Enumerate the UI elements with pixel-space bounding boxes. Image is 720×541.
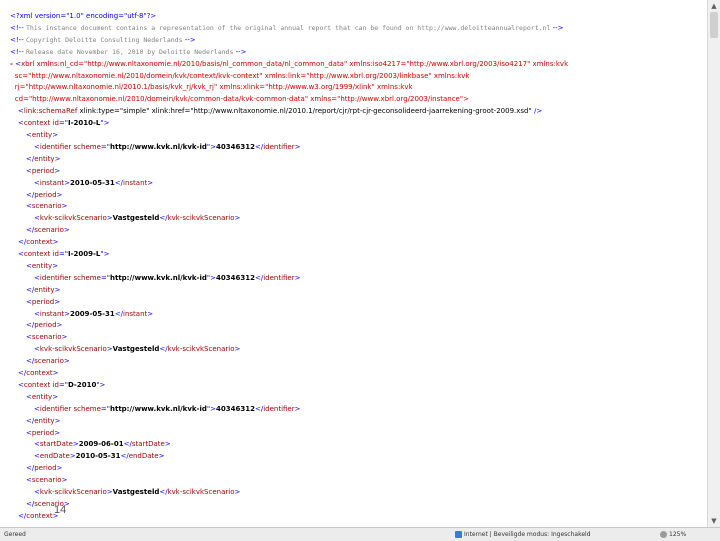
xml-tag-scenario: <scenario> [26,202,68,211]
xml-schema-ref: <link:schemaRef xlink:type="simple" xlin… [18,107,543,116]
xml-tag-close-entity: </entity> [26,416,61,425]
xml-tag-entity: <entity> [26,392,59,401]
xml-tag-context: <context id="I-2010-L"> [18,119,110,128]
xml-leaf-endDate: <endDate>2010-05-31</endDate> [34,452,165,461]
vertical-scrollbar[interactable]: ▲ ▼ [707,0,720,527]
xml-leaf-kvk-scikvkScenario: <kvk-scikvkScenario>Vastgesteld</kvk-sci… [34,345,241,354]
xml-tag-close-context: </context> [18,238,59,247]
xml-tag-close-scenario: </scenario> [26,357,70,366]
xml-tag-entity: <entity> [26,261,59,270]
xml-tag-close-context: </context> [18,511,59,520]
status-text: Gereed [4,531,26,538]
security-zone[interactable]: Internet | Beveiligde modus: Ingeschakel… [455,530,591,539]
xml-leaf-startDate: <startDate>2009-06-01</startDate> [34,440,171,449]
xml-tag-close-period: </period> [26,464,63,473]
xml-leaf-identifier: <identifier scheme="http://www.kvk.nl/kv… [34,404,301,413]
xml-root-namespaces: sc="http://www.nltaxonomie.nl/2010/domei… [14,71,470,80]
xml-tag-scenario: <scenario> [26,333,68,342]
globe-icon [455,531,462,538]
scroll-up-icon[interactable]: ▲ [708,0,720,12]
xml-leaf-identifier: <identifier scheme="http://www.kvk.nl/kv… [34,273,301,282]
xml-comment: <!-- This instance document contains a r… [10,23,564,32]
xml-tag-context: <context id="I-2009-L"> [18,250,110,258]
status-bar: Gereed Internet | Beveiligde modus: Inge… [0,527,720,541]
scroll-thumb[interactable] [710,12,718,38]
xml-tag-scenario: <scenario> [26,476,68,485]
xml-root-namespaces: cd="http://www.nltaxonomie.nl/2010/domei… [14,95,469,104]
scroll-down-icon[interactable]: ▼ [708,515,720,527]
xml-tag-close-period: </period> [26,190,63,199]
xml-tag-close-context: </context> [18,369,59,377]
xml-tag-period: <period> [26,428,61,437]
xml-declaration: <?xml version="1.0" encoding="utf-8"?> [10,12,157,20]
zoom-icon [660,531,667,538]
xml-tag-period: <period> [26,297,61,306]
xml-leaf-instant: <instant>2009-05-31</instant> [34,309,154,318]
xml-viewer: <?xml version="1.0" encoding="utf-8"?> <!… [0,0,708,527]
xml-leaf-kvk-scikvkScenario: <kvk-scikvkScenario>Vastgesteld</kvk-sci… [34,214,241,223]
xml-root-namespaces: rj="http://www.nltaxonomie.nl/2010.1/bas… [14,83,413,92]
xml-tag-period: <period> [26,166,61,175]
xml-tag-entity: <entity> [26,131,59,139]
xml-tag-close-scenario: </scenario> [26,226,70,235]
page-number: 14 [54,504,67,516]
xml-leaf-identifier: <identifier scheme="http://www.kvk.nl/kv… [34,142,301,151]
xml-comment: <!-- Copyright Deloitte Consulting Neder… [10,35,196,44]
xml-leaf-kvk-scikvkScenario: <kvk-scikvkScenario>Vastgesteld</kvk-sci… [34,488,241,496]
xml-leaf-instant: <instant>2010-05-31</instant> [34,178,154,187]
xml-comment: <!-- Release date November 16, 2010 by D… [10,47,247,56]
zoom-control[interactable]: 125% [660,530,686,539]
xml-root-open: - <xbrl xmlns:nl_cd="http://www.nltaxono… [10,59,569,68]
xml-tag-close-entity: </entity> [26,154,61,163]
xml-tag-context: <context id="D-2010"> [18,380,106,389]
xml-tag-close-period: </period> [26,321,63,330]
xml-tag-close-entity: </entity> [26,285,61,294]
